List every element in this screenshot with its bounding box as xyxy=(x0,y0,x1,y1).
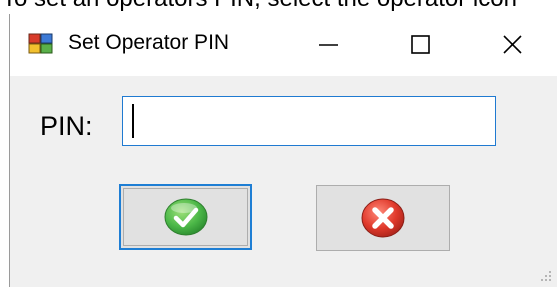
minimize-icon xyxy=(319,44,338,46)
text-caret xyxy=(132,104,134,138)
set-operator-pin-dialog: Set Operator PIN PIN: xyxy=(9,14,557,287)
close-button[interactable] xyxy=(490,24,536,66)
title-bar[interactable]: Set Operator PIN xyxy=(10,14,557,76)
cancel-button[interactable] xyxy=(316,185,450,251)
background-caption: To set an operators PIN, select the oper… xyxy=(0,0,557,14)
red-x-icon xyxy=(361,198,405,238)
pin-input[interactable] xyxy=(122,96,496,146)
resize-grip-icon[interactable] xyxy=(539,269,553,283)
close-icon xyxy=(503,35,522,54)
green-checkmark-icon xyxy=(164,198,207,236)
maximize-button[interactable] xyxy=(398,24,444,66)
pin-label: PIN: xyxy=(40,111,93,141)
maximize-icon xyxy=(411,35,430,54)
app-window-icon xyxy=(28,33,54,55)
background-caption-text: To set an operators PIN, select the oper… xyxy=(2,0,517,13)
minimize-button[interactable] xyxy=(306,24,352,66)
dialog-title: Set Operator PIN xyxy=(68,31,230,54)
ok-button[interactable] xyxy=(119,184,252,250)
